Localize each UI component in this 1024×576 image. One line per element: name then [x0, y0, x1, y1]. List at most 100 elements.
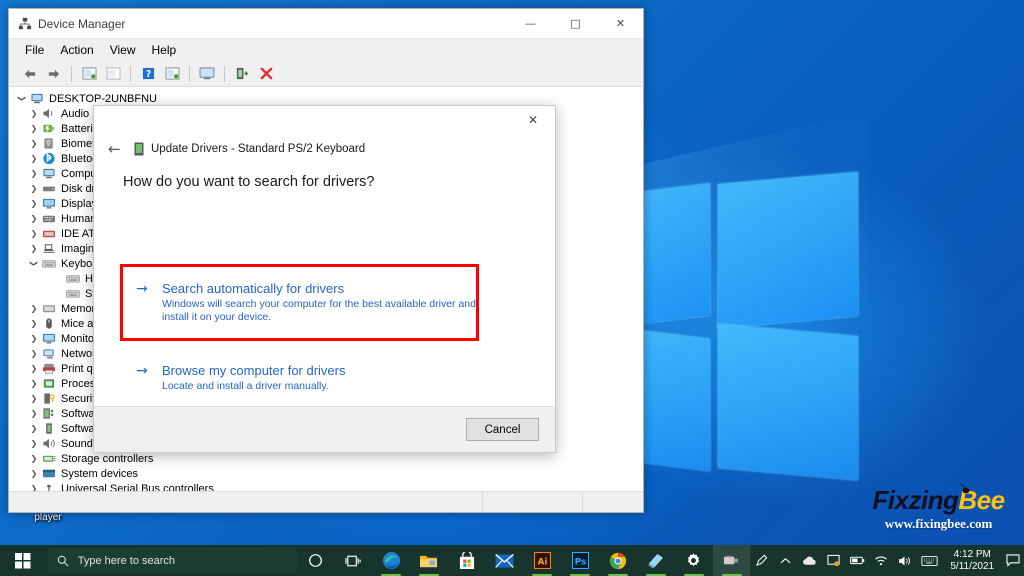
monitor-icon: [42, 333, 56, 344]
action-center-icon[interactable]: [1002, 545, 1024, 576]
forward-icon[interactable]: [43, 63, 65, 85]
display-settings-icon[interactable]: [822, 545, 844, 576]
chevron-right-icon[interactable]: ❯: [27, 439, 41, 448]
chevron-right-icon[interactable]: ❯: [27, 469, 41, 478]
chevron-down-icon[interactable]: ❯: [18, 92, 27, 106]
cortana-icon[interactable]: [297, 545, 335, 576]
tree-item-label: DESKTOP-2UNBFNU: [49, 92, 157, 105]
help-icon[interactable]: ?: [137, 63, 159, 85]
minimize-button[interactable]: —: [508, 9, 553, 38]
mail-icon[interactable]: [486, 545, 524, 576]
tree-item-label: Universal Serial Bus controllers: [61, 482, 214, 492]
chevron-right-icon[interactable]: ❯: [27, 454, 41, 463]
option-title: Browse my computer for drivers: [162, 363, 346, 378]
device-manager-icon: [18, 17, 32, 29]
chevron-right-icon[interactable]: ❯: [27, 334, 41, 343]
close-button[interactable]: ✕: [598, 9, 643, 38]
chevron-right-icon[interactable]: ❯: [27, 229, 41, 238]
chevron-right-icon[interactable]: ❯: [27, 184, 41, 193]
chevron-right-icon[interactable]: ❯: [27, 139, 41, 148]
show-hidden-icons-chevron[interactable]: [774, 545, 796, 576]
file-explorer-icon[interactable]: [410, 545, 448, 576]
menu-item-action[interactable]: Action: [52, 41, 101, 59]
keyboard-icon: [66, 290, 80, 298]
tree-item[interactable]: ❯ System devices: [9, 466, 643, 481]
computer-icon: [43, 168, 55, 179]
wifi-icon[interactable]: [870, 545, 892, 576]
scan-hardware-icon[interactable]: [161, 63, 183, 85]
chevron-right-icon[interactable]: ❯: [27, 319, 41, 328]
dialog-close-button[interactable]: ✕: [511, 106, 555, 134]
chevron-right-icon[interactable]: ❯: [27, 154, 41, 163]
chevron-right-icon[interactable]: ❯: [27, 244, 41, 253]
dialog-back-button[interactable]: ←: [108, 140, 134, 158]
option-browse-my-computer[interactable]: → Browse my computer for drivers Locate …: [128, 354, 346, 393]
keyboard-layout-icon[interactable]: [918, 545, 940, 576]
maximize-button[interactable]: □: [553, 9, 598, 38]
properties-icon[interactable]: [78, 63, 100, 85]
tree-item[interactable]: ❯ Universal Serial Bus controllers: [9, 481, 643, 492]
microsoft-store-icon[interactable]: [448, 545, 486, 576]
taskbar: Type here to search Ai Ps 4:12 PM 5/11/2…: [0, 545, 1024, 576]
search-placeholder: Type here to search: [77, 554, 176, 567]
status-bar: [9, 492, 643, 512]
uninstall-device-icon[interactable]: [255, 63, 277, 85]
system-icon: [42, 469, 56, 478]
memory-icon: [42, 305, 56, 313]
ide-icon: [42, 230, 56, 238]
chevron-right-icon[interactable]: ❯: [27, 214, 41, 223]
chevron-right-icon[interactable]: ❯: [27, 124, 41, 133]
option-subtitle: Locate and install a driver manually.: [162, 380, 329, 392]
paint-3d-icon[interactable]: [637, 545, 675, 576]
dialog-body: How do you want to search for drivers? →…: [94, 162, 555, 406]
tree-item[interactable]: ❯ Storage controllers: [9, 451, 643, 466]
clock[interactable]: 4:12 PM 5/11/2021: [942, 545, 1002, 576]
chevron-right-icon[interactable]: ❯: [27, 409, 41, 418]
google-chrome-icon[interactable]: [599, 545, 637, 576]
chevron-right-icon[interactable]: ❯: [27, 394, 41, 403]
search-input[interactable]: Type here to search: [47, 548, 297, 573]
chevron-right-icon[interactable]: ❯: [27, 379, 41, 388]
adobe-photoshop-icon[interactable]: Ps: [561, 545, 599, 576]
usb-icon: [47, 484, 51, 491]
add-legacy-hardware-icon[interactable]: [231, 63, 253, 85]
menu-item-file[interactable]: File: [17, 41, 52, 59]
pen-icon[interactable]: [750, 545, 772, 576]
processor-icon: [43, 379, 55, 388]
window-title: Device Manager: [38, 16, 126, 31]
chevron-right-icon[interactable]: ❯: [27, 349, 41, 358]
svg-text:Ps: Ps: [574, 557, 586, 567]
back-icon[interactable]: [19, 63, 41, 85]
chevron-right-icon[interactable]: ❯: [27, 484, 41, 491]
cancel-button[interactable]: Cancel: [466, 418, 539, 441]
volume-icon[interactable]: [894, 545, 916, 576]
settings-icon[interactable]: [675, 545, 713, 576]
search-icon: [57, 555, 69, 566]
tree-item[interactable]: ❯ DESKTOP-2UNBFNU: [9, 91, 643, 106]
task-view-icon[interactable]: [334, 545, 372, 576]
update-driver-icon[interactable]: [102, 63, 124, 85]
adobe-illustrator-icon[interactable]: Ai: [523, 545, 561, 576]
microsoft-edge-icon[interactable]: [372, 545, 410, 576]
option-search-automatically[interactable]: → Search automatically for drivers Windo…: [128, 272, 492, 324]
chevron-right-icon[interactable]: ❯: [27, 304, 41, 313]
show-hidden-icon[interactable]: [196, 63, 218, 85]
chevron-right-icon[interactable]: ❯: [27, 364, 41, 373]
start-button[interactable]: [0, 545, 46, 576]
network-icon: [43, 349, 54, 359]
chevron-right-icon[interactable]: ❯: [27, 424, 41, 433]
chevron-right-icon[interactable]: ❯: [27, 109, 41, 118]
tool-bar: ?: [9, 61, 643, 87]
onedrive-icon[interactable]: [798, 545, 820, 576]
battery-icon[interactable]: [846, 545, 868, 576]
chevron-right-icon[interactable]: ❯: [27, 199, 41, 208]
chevron-down-icon[interactable]: ❯: [30, 257, 39, 271]
update-drivers-dialog: ✕ ← Update Drivers - Standard PS/2 Keybo…: [93, 105, 556, 453]
biometric-icon: [44, 138, 53, 149]
chevron-right-icon[interactable]: ❯: [27, 169, 41, 178]
menu-item-view[interactable]: View: [102, 41, 144, 59]
dialog-footer: Cancel: [94, 406, 555, 452]
device-manager-taskbar-icon[interactable]: [712, 545, 751, 576]
software-device-icon: [46, 423, 52, 434]
menu-item-help[interactable]: Help: [144, 41, 185, 59]
